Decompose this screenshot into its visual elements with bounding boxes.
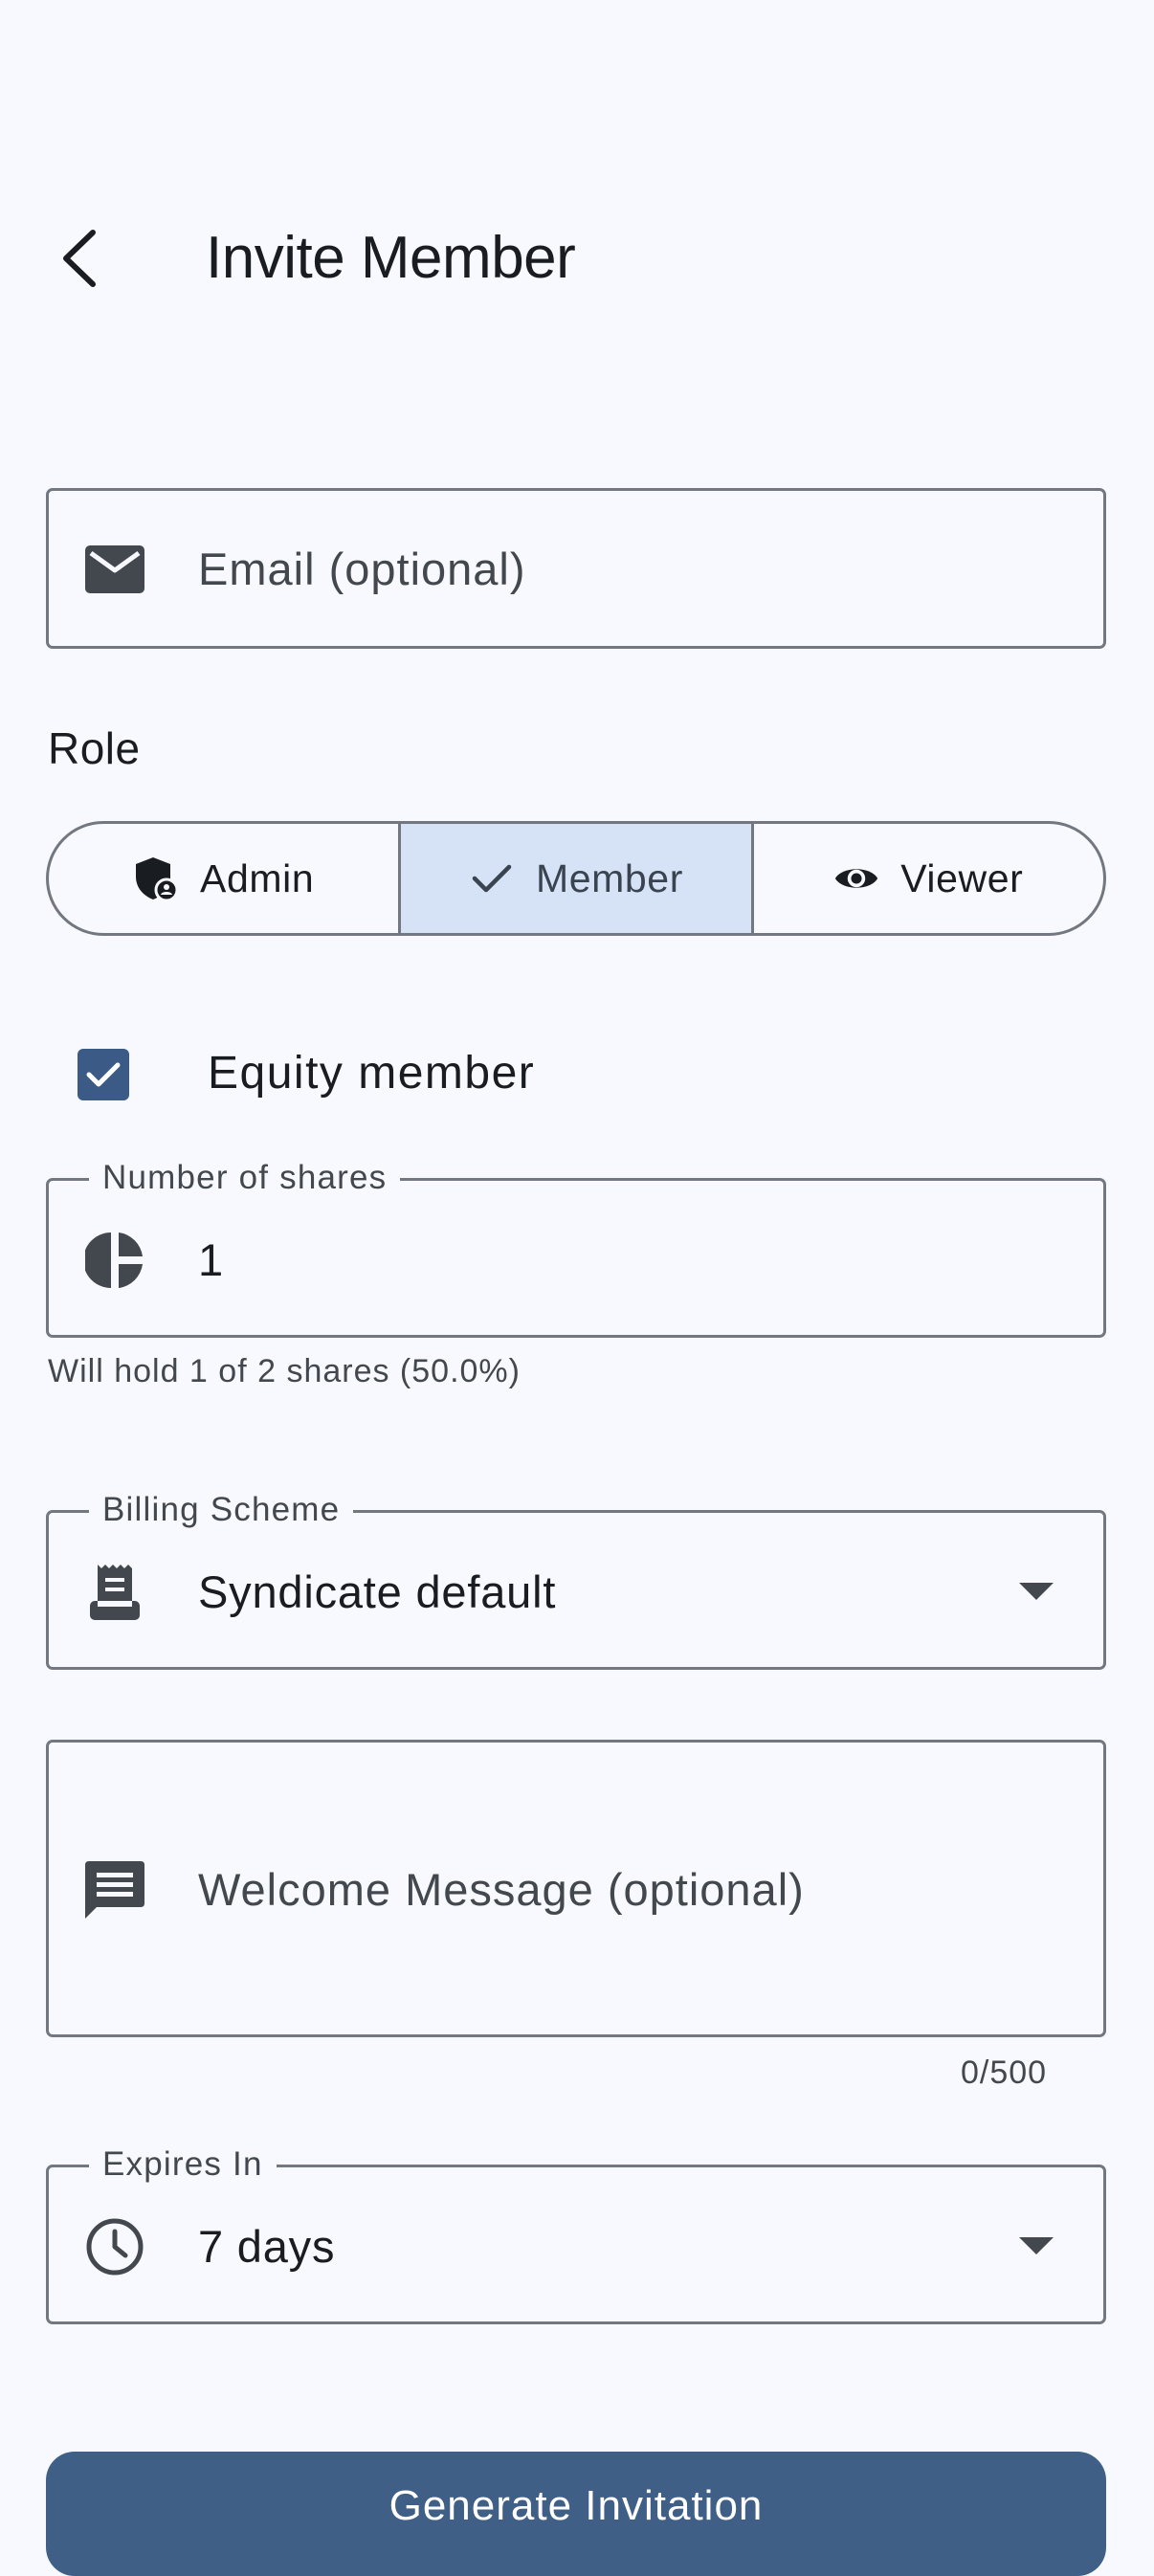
back-button[interactable] bbox=[38, 201, 124, 316]
check-icon bbox=[86, 1062, 121, 1087]
role-option-member-label: Member bbox=[536, 855, 683, 900]
chevron-down-icon bbox=[1017, 1573, 1055, 1611]
welcome-message-counter: 0/500 bbox=[961, 2054, 1048, 2091]
role-option-viewer[interactable]: Viewer bbox=[750, 824, 1103, 933]
role-option-admin[interactable]: Admin bbox=[49, 824, 398, 933]
role-option-viewer-label: Viewer bbox=[900, 855, 1024, 900]
receipt-icon bbox=[83, 1561, 146, 1624]
billing-scheme-dropdown[interactable]: Billing Scheme Syndicate default bbox=[46, 1488, 1106, 1670]
expires-in-value: 7 days bbox=[198, 2221, 336, 2272]
clock-icon bbox=[83, 2215, 146, 2278]
generate-invitation-label: Generate Invitation bbox=[388, 2482, 764, 2529]
welcome-message-field[interactable]: Welcome Message (optional) bbox=[46, 1740, 1106, 2037]
eye-icon bbox=[833, 855, 879, 901]
admin-shield-icon bbox=[133, 855, 179, 901]
billing-scheme-label: Billing Scheme bbox=[89, 1488, 354, 1532]
welcome-message-placeholder: Welcome Message (optional) bbox=[198, 1864, 805, 1915]
shares-helper-text: Will hold 1 of 2 shares (50.0%) bbox=[48, 1353, 521, 1389]
email-placeholder: Email (optional) bbox=[198, 544, 526, 594]
role-option-admin-label: Admin bbox=[200, 855, 315, 900]
billing-scheme-value: Syndicate default bbox=[198, 1566, 557, 1617]
page-title: Invite Member bbox=[206, 225, 576, 291]
message-icon bbox=[83, 1859, 146, 1922]
role-label: Role bbox=[48, 723, 141, 773]
email-icon bbox=[83, 538, 146, 601]
email-field[interactable]: Email (optional) bbox=[46, 488, 1106, 649]
chevron-down-icon bbox=[1017, 2228, 1055, 2266]
expires-in-label: Expires In bbox=[89, 2143, 277, 2187]
equity-member-label: Equity member bbox=[208, 1048, 536, 1099]
equity-member-checkbox[interactable] bbox=[78, 1049, 129, 1100]
expires-in-dropdown[interactable]: Expires In 7 days bbox=[46, 2143, 1106, 2324]
check-icon bbox=[469, 855, 515, 901]
shares-input: 1 bbox=[198, 1234, 224, 1285]
chevron-left-icon bbox=[63, 230, 96, 287]
role-segmented-control: Admin Member Viewer bbox=[46, 821, 1106, 936]
shares-field[interactable]: Number of shares 1 bbox=[46, 1156, 1106, 1338]
pie-chart-icon bbox=[83, 1229, 146, 1292]
generate-invitation-button[interactable]: Generate Invitation bbox=[46, 2452, 1106, 2576]
shares-label: Number of shares bbox=[89, 1156, 401, 1200]
role-option-member[interactable]: Member bbox=[398, 824, 751, 933]
